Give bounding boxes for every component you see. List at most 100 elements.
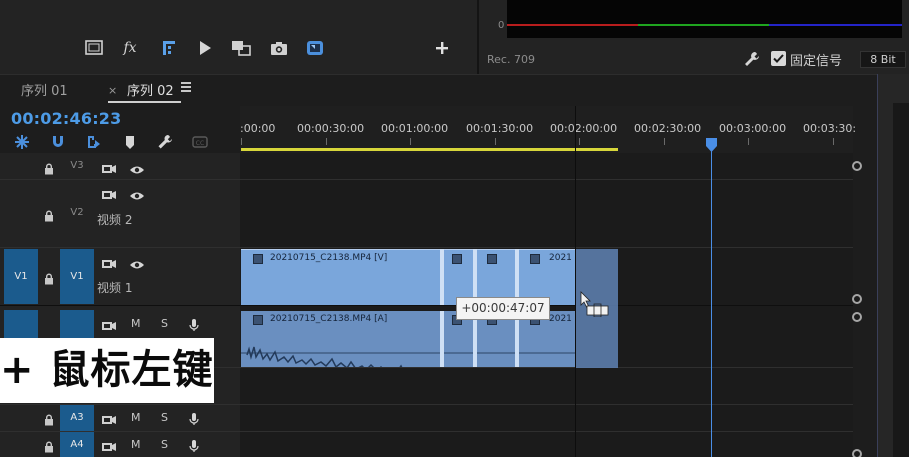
- export-frame-settings-icon[interactable]: [159, 39, 179, 57]
- ruler-label: 00:03:30:: [803, 122, 857, 135]
- lock-icon[interactable]: [44, 270, 54, 285]
- microphone-icon[interactable]: [186, 437, 202, 452]
- safe-margins-icon[interactable]: [84, 39, 104, 57]
- eye-icon[interactable]: [129, 161, 145, 174]
- source-patch-v1[interactable]: V1: [4, 249, 38, 304]
- vertical-scroll-knob[interactable]: [852, 449, 862, 457]
- sync-lock-icon[interactable]: [101, 160, 117, 173]
- ruler-tick: [241, 138, 242, 145]
- ruler-tick: [748, 138, 749, 145]
- bit-depth-select[interactable]: 8 Bit: [860, 51, 906, 68]
- microphone-icon[interactable]: [186, 316, 202, 331]
- add-icon[interactable]: [432, 39, 452, 57]
- fx-badge-icon: [253, 254, 263, 264]
- ruler-tick: [495, 138, 496, 145]
- vertical-scroll-knob[interactable]: [852, 294, 862, 304]
- mute-button-a4[interactable]: M: [131, 438, 141, 451]
- caption-overlay: + 鼠标左键: [0, 338, 214, 403]
- fx-icon[interactable]: fx: [120, 39, 140, 57]
- clip-edit-point[interactable]: [440, 249, 444, 305]
- track-target-v3[interactable]: V3: [60, 160, 94, 174]
- track-name-v2: 视频 2: [97, 213, 133, 227]
- scope-green-channel: [638, 24, 769, 26]
- sync-lock-icon[interactable]: [101, 186, 117, 199]
- track-separator: [0, 431, 853, 432]
- clip-title: 2021: [549, 253, 572, 263]
- caption-text: + 鼠标左键: [0, 347, 214, 393]
- ruler-tick: [579, 138, 580, 145]
- vertical-scroll-knob[interactable]: [852, 161, 862, 171]
- panel-menu-icon[interactable]: [181, 82, 191, 92]
- lock-icon[interactable]: [44, 438, 54, 453]
- eye-icon[interactable]: [129, 256, 145, 269]
- track-header-v3: [0, 153, 240, 179]
- ruler-label: 00:01:00:00: [381, 122, 449, 135]
- sync-lock-icon[interactable]: [101, 411, 117, 424]
- playhead-timecode[interactable]: 00:02:46:23: [11, 109, 121, 128]
- active-tab-indicator: [108, 101, 181, 103]
- track-target-v1[interactable]: V1: [60, 249, 94, 304]
- vertical-scroll-knob[interactable]: [852, 312, 862, 322]
- ruler-label: 00:02:30:00: [634, 122, 702, 135]
- tab-sequence-02[interactable]: 序列 02: [127, 80, 174, 99]
- tab-sequence-01[interactable]: 序列 01: [21, 80, 68, 99]
- ruler-tick: [410, 138, 411, 145]
- ruler-label: 00:02:00:00: [550, 122, 618, 135]
- fx-badge-icon: [452, 254, 462, 264]
- solo-button-a3[interactable]: S: [161, 411, 168, 424]
- captions-icon[interactable]: CC: [192, 134, 208, 150]
- sync-lock-icon[interactable]: [101, 317, 117, 330]
- track-target-a3[interactable]: A3: [60, 405, 94, 431]
- ruler-tick: [664, 138, 665, 145]
- track-target-v2[interactable]: V2: [60, 207, 94, 221]
- move-cursor-icon: [580, 291, 610, 318]
- color-space-label: Rec. 709: [487, 53, 535, 66]
- program-monitor-controls: [0, 0, 477, 74]
- clip-title: 2021: [549, 314, 572, 324]
- ruler-tick: [326, 138, 327, 145]
- track-header-a4: [0, 432, 240, 457]
- solo-button-a1[interactable]: S: [161, 317, 168, 330]
- timeline-settings-icon[interactable]: [157, 134, 173, 150]
- work-area-bar[interactable]: [241, 148, 618, 151]
- sync-lock-icon[interactable]: [101, 255, 117, 268]
- tab-close-icon[interactable]: ×: [108, 84, 117, 97]
- lock-icon[interactable]: [44, 411, 54, 426]
- wrench-icon[interactable]: [743, 50, 761, 68]
- solo-button-a4[interactable]: S: [161, 438, 168, 451]
- fx-badge-icon: [253, 315, 263, 325]
- lock-icon[interactable]: [44, 207, 54, 222]
- sync-lock-icon[interactable]: [101, 438, 117, 451]
- mute-button-a3[interactable]: M: [131, 411, 141, 424]
- fixed-signal-checkbox[interactable]: [771, 51, 786, 66]
- track-separator: [0, 305, 853, 306]
- source-patch-a1[interactable]: [4, 310, 38, 338]
- eye-icon[interactable]: [129, 187, 145, 200]
- ruler-label: :00:00: [240, 122, 276, 135]
- fx-badge-icon: [487, 254, 497, 264]
- track-name-v1: 视频 1: [97, 281, 133, 295]
- snap-guide: [575, 106, 576, 457]
- track-header-a3: [0, 405, 240, 431]
- track-target-a4[interactable]: A4: [60, 432, 94, 457]
- ruler-label: 00:01:30:00: [466, 122, 534, 135]
- add-marker-icon[interactable]: [122, 134, 138, 150]
- fx-badge-icon: [530, 254, 540, 264]
- nest-sequence-icon[interactable]: [14, 134, 30, 150]
- scope-blue-channel: [769, 24, 902, 26]
- camera-icon[interactable]: [269, 39, 289, 57]
- compare-view-icon[interactable]: [231, 39, 251, 57]
- snap-icon[interactable]: [50, 134, 66, 150]
- track-target-a1[interactable]: [60, 310, 94, 338]
- linked-selection-icon[interactable]: [86, 134, 102, 150]
- clip-edit-point[interactable]: [440, 311, 444, 367]
- track-separator: [0, 247, 853, 248]
- playhead-handle[interactable]: [706, 137, 717, 152]
- svg-text:CC: CC: [196, 140, 204, 147]
- play-icon[interactable]: [195, 39, 215, 57]
- vr-icon[interactable]: [305, 39, 325, 57]
- microphone-icon[interactable]: [186, 410, 202, 425]
- lock-icon[interactable]: [44, 160, 54, 175]
- mute-button-a1[interactable]: M: [131, 317, 141, 330]
- clip-title: 20210715_C2138.MP4 [A]: [270, 314, 388, 324]
